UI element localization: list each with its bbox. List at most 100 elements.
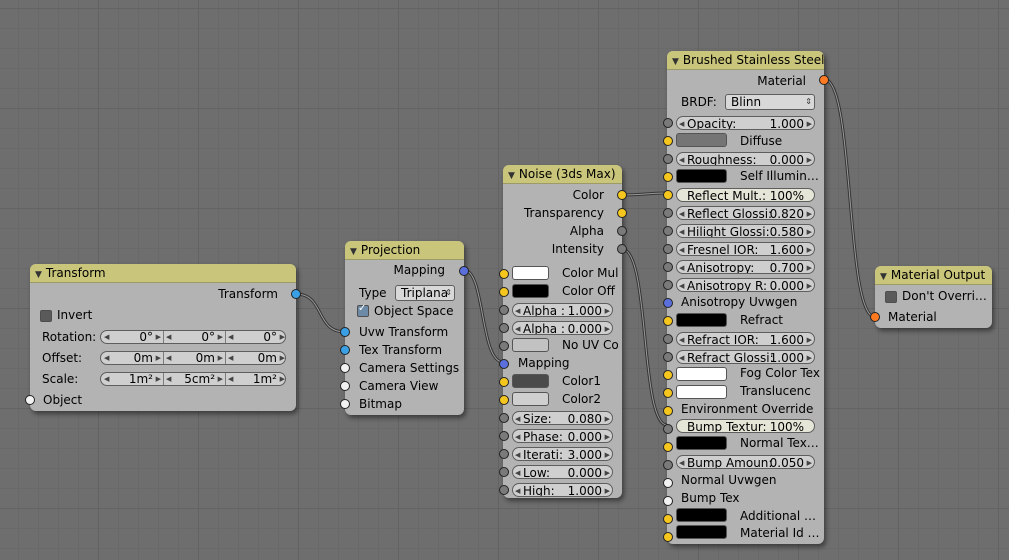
fresnel-socket[interactable] [663,244,673,254]
bump-tex-socket[interactable] [663,496,673,506]
type-select[interactable]: Triplana ⇕ [395,285,455,301]
brushed-steel-node[interactable]: ▼ Brushed Stainless Steel Material BRDF: … [663,51,829,544]
node-header[interactable]: ▼ Brushed Stainless Steel [667,51,824,70]
transform-output-socket[interactable] [291,289,301,299]
reflect-gloss-socket[interactable] [663,208,673,218]
bump-texture-mult-field[interactable]: Bump Textur: 100% [676,419,815,433]
refract-socket[interactable] [663,316,673,326]
bitmap-socket[interactable] [340,399,350,409]
translucency-socket[interactable] [663,388,673,398]
node-header[interactable]: ▼ Noise (3ds Max) [503,165,622,184]
size-field[interactable]: ◀ Size: 0.080 ▶ [512,411,613,425]
rotation-field[interactable]: ◀ 0° ▶ ◀ 0° ▶ ◀ 0° ▶ [100,330,286,344]
diffuse-swatch[interactable] [676,133,727,147]
reflect-mult-field[interactable]: Reflect Mult.: 100% [676,188,815,202]
color1-socket[interactable] [499,377,509,387]
material-input-socket[interactable] [870,312,880,322]
fresnel-field[interactable]: ◀ Fresnel IOR: 1.600 ▶ [676,242,815,256]
material-id-swatch[interactable] [676,525,727,539]
hilight-gloss-socket[interactable] [663,226,673,236]
node-header[interactable]: ▼ Projection [345,241,464,260]
self-illum-socket[interactable] [663,172,673,182]
refract-ior-socket[interactable] [663,334,673,344]
collapse-icon[interactable]: ▼ [880,272,887,282]
color-mul-socket[interactable] [499,269,509,279]
mapping-output-socket[interactable] [459,266,469,276]
camera-settings-socket[interactable] [340,363,350,373]
color2-socket[interactable] [499,395,509,405]
phase-socket[interactable] [499,431,509,441]
bump-amount-field[interactable]: ◀ Bump Amoun: 0.050 ▶ [676,455,815,469]
mapping-input-socket[interactable] [499,359,509,369]
alpha-output-socket[interactable] [617,226,627,236]
refract-swatch[interactable] [676,313,727,327]
color-mul-swatch[interactable] [512,266,549,280]
material-output-node[interactable]: ▼ Material Output Don't Overri… Material [870,266,992,328]
material-output-socket[interactable] [819,75,829,85]
collapse-icon[interactable]: ▼ [508,171,515,181]
refract-ior-field[interactable]: ◀ Refract IOR: 1.600 ▶ [676,332,815,346]
reflect-gloss-field[interactable]: ◀ Reflect Glossi: 0.820 ▶ [676,206,815,220]
no-uv-socket[interactable] [499,341,509,351]
object-space-checkbox[interactable] [357,303,369,317]
tex-transform-socket[interactable] [340,345,350,355]
normal-tex-swatch[interactable] [676,436,727,450]
self-illum-swatch[interactable] [676,169,727,183]
uvw-transform-socket[interactable] [340,327,350,337]
brdf-select[interactable]: Blinn ⇕ [725,94,815,110]
invert-checkbox[interactable] [40,310,52,322]
color-off-swatch[interactable] [512,284,549,298]
anisotropy-rotation-field[interactable]: ◀ Anisotropy R: 0.000 ▶ [676,278,815,292]
high-field[interactable]: ◀ High: 1.000 ▶ [512,483,613,497]
color-off-socket[interactable] [499,287,509,297]
phase-field[interactable]: ◀ Phase: 0.000 ▶ [512,429,613,443]
additional-swatch[interactable] [676,508,727,522]
opacity-field[interactable]: ◀ Opacity: 1.000 ▶ [676,116,815,130]
color1-swatch[interactable] [512,374,549,388]
dont-override-checkbox[interactable] [885,291,897,303]
offset-field[interactable]: ◀ 0m ▶ ◀ 0m ▶ ◀ 0m ▶ [100,351,286,365]
normal-uvwgen-socket[interactable] [663,478,673,488]
intensity-output-socket[interactable] [617,244,627,254]
no-uv-swatch[interactable] [512,338,549,352]
low-field[interactable]: ◀ Low: 0.000 ▶ [512,465,613,479]
fog-color-socket[interactable] [663,370,673,380]
bump-amount-socket[interactable] [663,460,673,470]
scale-field[interactable]: ◀ 1m² ▶ ◀ 5cm² ▶ ◀ 1m² ▶ [100,372,286,386]
transform-node[interactable]: ▼ Transform Transform Invert Rotation: ◀ 0… [25,264,301,411]
collapse-icon[interactable]: ▼ [672,57,679,67]
translucency-swatch[interactable] [676,385,727,399]
roughness-socket[interactable] [663,154,673,164]
fog-color-swatch[interactable] [676,367,727,381]
bump-texture-mult-socket[interactable] [663,424,673,434]
collapse-icon[interactable]: ▼ [350,247,357,257]
iterations-socket[interactable] [499,449,509,459]
iterations-field[interactable]: ◀ Iterati: 3.000 ▶ [512,447,613,461]
additional-socket[interactable] [663,514,673,524]
refract-gloss-socket[interactable] [663,352,673,362]
anisotropy-uvwgen-socket[interactable] [663,298,673,308]
anisotropy-socket[interactable] [663,262,673,272]
high-socket[interactable] [499,485,509,495]
object-input-socket[interactable] [25,395,35,405]
color-output-socket[interactable] [617,190,627,200]
alpha2-socket[interactable] [499,323,509,333]
size-socket[interactable] [499,413,509,423]
anisotropy-rotation-socket[interactable] [663,280,673,290]
roughness-field[interactable]: ◀ Roughness: 0.000 ▶ [676,152,815,166]
hilight-gloss-field[interactable]: ◀ Hilight Glossi: 0.580 ▶ [676,224,815,238]
projection-node[interactable]: ▼Projection Mapping Type Triplana⇕ Objec… [340,241,469,415]
alpha1-field[interactable]: ◀ Alpha :1.000 ▶ [512,303,613,317]
diffuse-socket[interactable] [663,136,673,146]
node-header[interactable]: ▼ Transform [30,264,296,283]
refract-gloss-field[interactable]: ◀ Refract Glossi: 1.000 ▶ [676,350,815,364]
noise-node[interactable]: ▼ Noise (3ds Max) Color Transparency Alph… [499,165,627,498]
material-id-socket[interactable] [663,532,673,542]
alpha2-field[interactable]: ◀ Alpha :0.000 ▶ [512,321,613,335]
transparency-output-socket[interactable] [617,208,627,218]
collapse-icon[interactable]: ▼ [35,270,42,280]
color2-swatch[interactable] [512,392,549,406]
node-header[interactable]: ▼ Material Output [875,266,992,285]
environment-socket[interactable] [663,406,673,416]
low-socket[interactable] [499,467,509,477]
